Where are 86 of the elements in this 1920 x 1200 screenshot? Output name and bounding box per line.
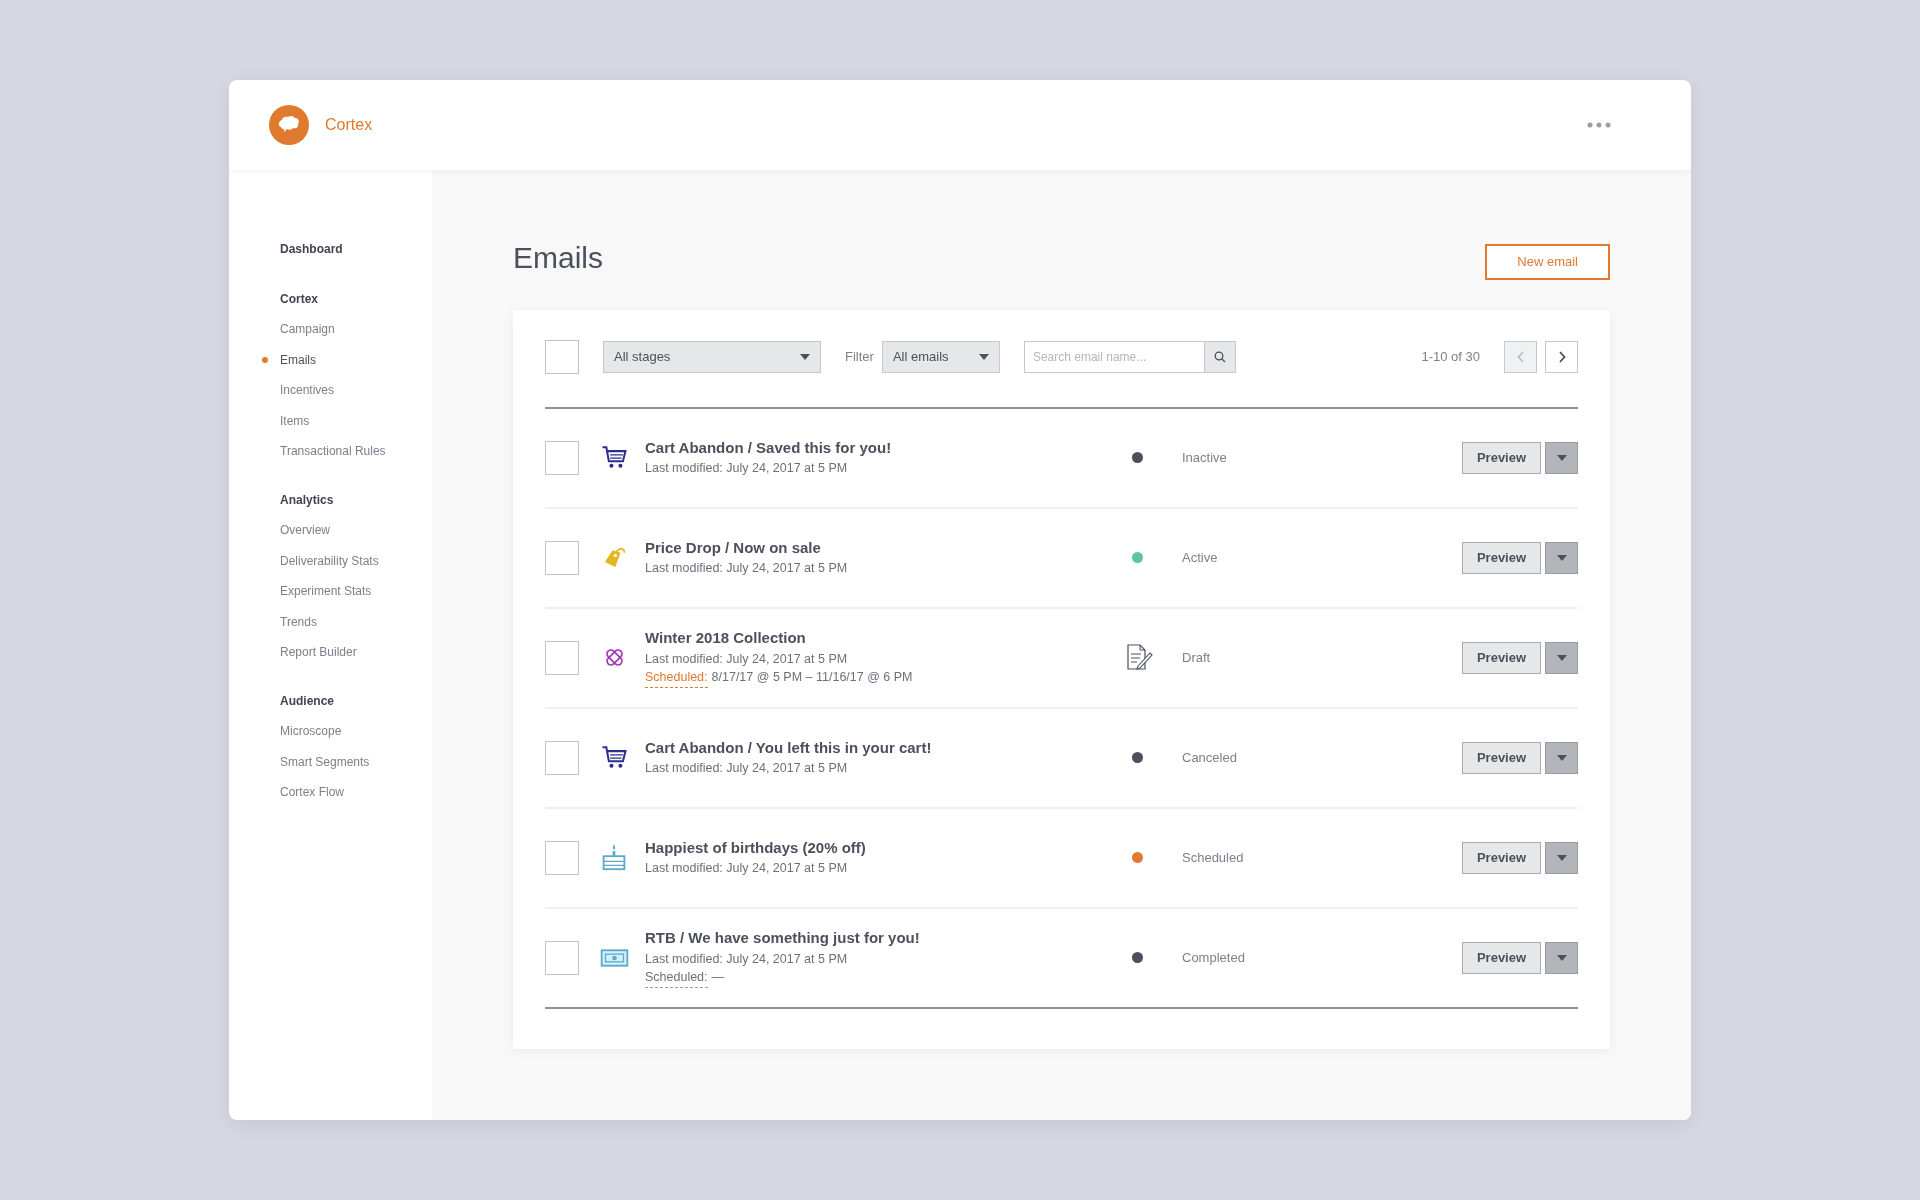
page-range: 1-10 of 30 bbox=[1421, 347, 1480, 366]
last-modified-text: Last modified: July 24, 2017 at 5 PM bbox=[645, 950, 849, 968]
sidebar-item[interactable]: Experiment Stats bbox=[280, 582, 372, 600]
email-title[interactable]: RTB / We have something just for you! bbox=[645, 927, 1132, 950]
dropdown-button[interactable] bbox=[1545, 941, 1578, 974]
chevron-left-icon bbox=[1516, 351, 1525, 364]
sidebar-item[interactable]: Incentives bbox=[280, 381, 335, 399]
schedule-dates: 8/17/17 @ 5 PM – 11/16/17 @ 6 PM bbox=[711, 669, 913, 687]
more-icon[interactable] bbox=[1587, 122, 1611, 128]
dropdown-button[interactable] bbox=[1545, 541, 1578, 574]
caret-icon bbox=[1556, 455, 1567, 462]
caret-icon bbox=[1556, 555, 1567, 562]
email-title[interactable]: Price Drop / Now on sale bbox=[645, 536, 1132, 560]
dropdown-button[interactable] bbox=[1545, 741, 1578, 774]
last-modified-text: Last modified: July 24, 2017 at 5 PM bbox=[645, 460, 849, 478]
email-title[interactable]: Happiest of birthdays (20% off) bbox=[645, 836, 1132, 860]
row-checkbox[interactable] bbox=[545, 840, 579, 875]
email-title[interactable]: Winter 2018 Collection bbox=[645, 627, 1132, 650]
sidebar-item[interactable]: Trends bbox=[280, 612, 317, 631]
sidebar-item[interactable]: Items bbox=[280, 411, 310, 430]
schedule-dates: — bbox=[711, 969, 725, 987]
sidebar-item[interactable]: Campaign bbox=[280, 320, 335, 338]
cart-icon bbox=[601, 746, 627, 769]
sidebar-item[interactable]: Report Builder bbox=[280, 643, 357, 661]
cash-icon bbox=[599, 948, 629, 967]
section-heading: Analytics bbox=[280, 492, 335, 509]
preview-button[interactable]: Preview bbox=[1462, 641, 1541, 674]
status-text: Active bbox=[1182, 548, 1218, 567]
preview-button[interactable]: Preview bbox=[1462, 541, 1541, 574]
section-heading: Audience bbox=[280, 693, 335, 710]
sidebar-item[interactable]: Transactional Rules bbox=[280, 442, 386, 460]
sidebar-item[interactable]: Smart Segments bbox=[280, 752, 370, 771]
search-icon bbox=[1213, 351, 1226, 364]
preview-button[interactable]: Preview bbox=[1462, 941, 1541, 974]
dropdown-button[interactable] bbox=[1545, 441, 1578, 474]
chevron-right-icon bbox=[1557, 351, 1566, 364]
status-text: Scheduled bbox=[1182, 848, 1244, 867]
row-checkbox[interactable] bbox=[545, 440, 579, 475]
row-checkbox[interactable] bbox=[545, 640, 579, 675]
sidebar-item[interactable]: Emails bbox=[280, 350, 316, 369]
caret-icon bbox=[1556, 955, 1567, 962]
section-heading: Cortex bbox=[280, 291, 319, 308]
filter-dropdown[interactable]: All emails bbox=[881, 340, 1000, 373]
brain-logo-icon bbox=[269, 105, 309, 145]
caret-icon bbox=[1556, 855, 1567, 862]
status-text: Inactive bbox=[1182, 448, 1227, 467]
sidebar-item[interactable]: Microscope bbox=[280, 722, 342, 740]
last-modified-text: Last modified: July 24, 2017 at 5 PM bbox=[645, 560, 849, 578]
preview-button[interactable]: Preview bbox=[1462, 741, 1541, 774]
last-modified-text: Last modified: July 24, 2017 at 5 PM bbox=[645, 760, 849, 778]
status-text: Canceled bbox=[1182, 748, 1237, 767]
search-field[interactable]: Search email name... bbox=[1023, 340, 1204, 373]
row-checkbox[interactable] bbox=[545, 940, 579, 975]
caret-icon bbox=[1556, 655, 1567, 662]
preview-button[interactable]: Preview bbox=[1462, 441, 1541, 474]
app-name: Cortex bbox=[325, 115, 373, 135]
sidebar-item[interactable]: Cortex Flow bbox=[280, 783, 344, 801]
email-title[interactable]: Cart Abandon / You left this in your cart! bbox=[645, 736, 1132, 760]
last-modified-text: Last modified: July 24, 2017 at 5 PM bbox=[645, 860, 849, 878]
filter-label: Filter bbox=[845, 347, 874, 366]
email-title[interactable]: Cart Abandon / Saved this for you! bbox=[645, 436, 1132, 460]
preview-button[interactable]: Preview bbox=[1462, 841, 1541, 874]
last-modified-text: Last modified: July 24, 2017 at 5 PM bbox=[645, 650, 849, 668]
scheduled-label: Scheduled: bbox=[645, 968, 708, 988]
status-text: Draft bbox=[1182, 648, 1211, 667]
document-pencil-icon bbox=[1126, 644, 1154, 671]
sidebar-item[interactable]: Deliverability Stats bbox=[280, 551, 379, 570]
scheduled-label: Scheduled: bbox=[645, 668, 708, 688]
caret-icon bbox=[800, 353, 810, 360]
status-text: Completed bbox=[1182, 948, 1245, 967]
row-checkbox[interactable] bbox=[545, 540, 579, 575]
sidebar-item[interactable]: Overview bbox=[280, 521, 330, 539]
search-button[interactable] bbox=[1203, 340, 1236, 373]
section-heading[interactable]: Dashboard bbox=[280, 240, 432, 258]
caret-icon bbox=[978, 353, 989, 360]
cake-icon bbox=[601, 843, 627, 872]
row-checkbox[interactable] bbox=[545, 740, 579, 775]
selection-dot bbox=[262, 356, 268, 363]
select-all-checkbox[interactable] bbox=[545, 339, 579, 374]
caret-icon bbox=[1556, 755, 1567, 762]
stage-dropdown[interactable]: All stages bbox=[603, 340, 821, 373]
dropdown-button[interactable] bbox=[1545, 641, 1578, 674]
cart-icon bbox=[601, 446, 627, 469]
page-title: Emails bbox=[513, 240, 603, 276]
dropdown-button[interactable] bbox=[1545, 841, 1578, 874]
next-page-button[interactable] bbox=[1545, 340, 1578, 373]
